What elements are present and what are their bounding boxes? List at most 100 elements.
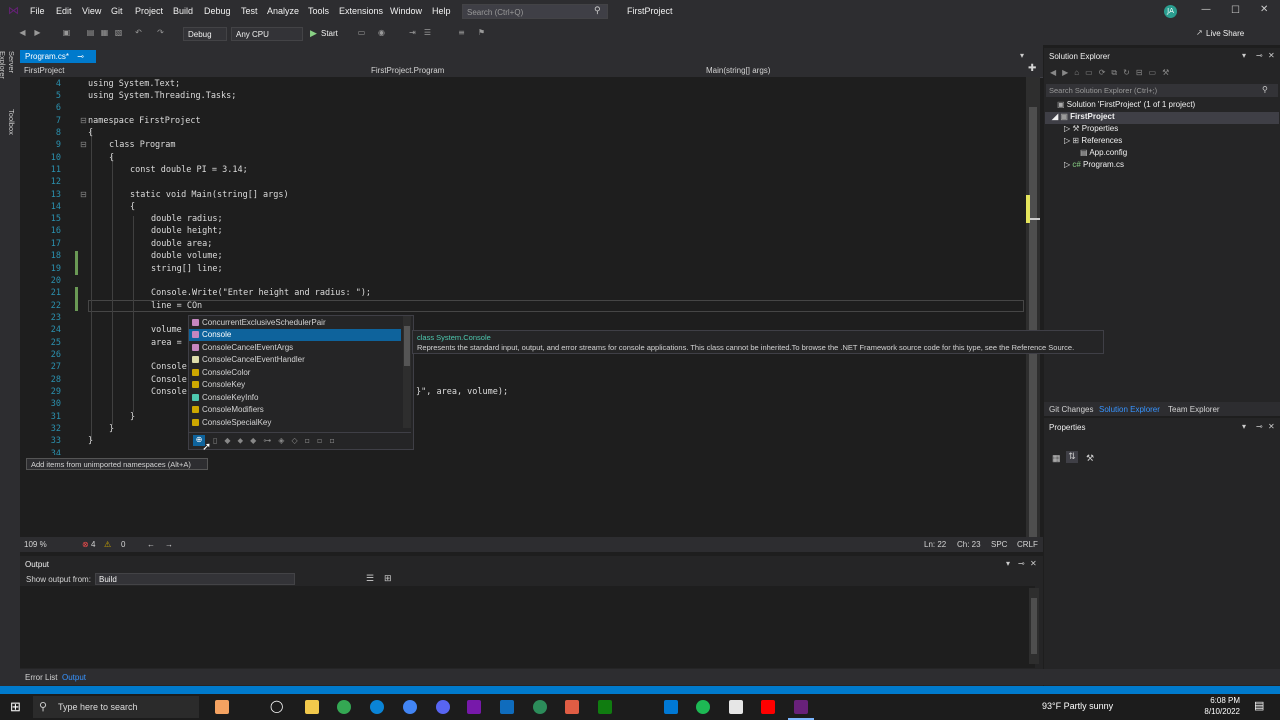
tree-references[interactable]: ▷ ⊞ References [1064,136,1122,145]
menu-edit[interactable]: Edit [56,6,72,16]
pin-icon[interactable]: ⊸ [1256,51,1263,60]
panel-menu-icon[interactable]: ▾ [1242,422,1246,431]
youtube-icon[interactable] [761,700,775,714]
file-explorer-icon[interactable] [305,700,319,714]
split-editor-icon[interactable]: ✚ [1028,63,1036,74]
scroll-thumb[interactable] [404,326,410,366]
discord-icon[interactable] [436,700,450,714]
menu-help[interactable]: Help [432,6,451,16]
save-icon[interactable]: ▦ [100,28,109,37]
xbox-icon[interactable] [598,700,612,714]
output-source-dropdown[interactable]: Build [95,573,295,585]
panel-close-icon[interactable]: ✕ [1268,51,1275,60]
start-icon[interactable]: ▶ [310,29,317,39]
avatar[interactable]: JA [1164,5,1177,18]
filter-icons[interactable]: ▯◆⬥◆⊶◈◇▫▫▫ [213,436,342,446]
word-wrap-icon[interactable]: ⊞ [384,573,392,584]
panel-menu-icon[interactable]: ▾ [1006,559,1010,568]
menu-project[interactable]: Project [135,6,163,16]
game-icon[interactable] [215,700,229,714]
pin-icon[interactable]: ⊸ [1018,559,1025,568]
back-icon[interactable]: ◀ [18,28,27,37]
search-icon[interactable]: ⚲ [1262,85,1268,94]
app-icon[interactable] [729,700,743,714]
undo-icon[interactable]: ↶ [134,28,143,37]
pin-icon[interactable]: ⊸ [77,52,84,61]
solution-search-input[interactable]: Search Solution Explorer (Ctrl+;) ⚲ [1046,84,1278,97]
new-item-icon[interactable]: ▣ [62,28,71,37]
menu-analyze[interactable]: Analyze [267,6,299,16]
completion-item[interactable]: ConsoleSpecialKey [202,418,271,427]
tab-solution-explorer[interactable]: Solution Explorer [1099,405,1160,414]
completion-item[interactable]: ConcurrentExclusiveSchedulerPair [202,318,326,327]
panel-menu-icon[interactable]: ▾ [1242,51,1246,60]
menu-debug[interactable]: Debug [204,6,231,16]
fold-icon[interactable]: ⊟ [80,140,87,149]
scroll-thumb[interactable] [1029,107,1037,537]
spotify-icon[interactable] [696,700,710,714]
popup-scrollbar[interactable] [403,316,411,428]
comment-icon[interactable]: ≡ [457,28,466,37]
tab-team-explorer[interactable]: Team Explorer [1168,405,1220,414]
start-button[interactable]: Start [321,29,338,38]
warning-count[interactable]: 0 [121,540,125,549]
zoom-level[interactable]: 109 % [24,540,47,549]
fold-icon[interactable]: ⊟ [80,116,87,125]
format-icon[interactable]: ☰ [423,28,432,37]
onenote-icon[interactable] [467,700,481,714]
panel-close-icon[interactable]: ✕ [1268,422,1275,431]
completion-item[interactable]: ConsoleColor [202,368,250,377]
taskbar-search-box[interactable]: ⚲ Type here to search [33,696,199,718]
nav-back-icon[interactable]: ← [147,540,155,549]
menu-view[interactable]: View [82,6,101,16]
tree-app-config[interactable]: ▤ App.config [1080,148,1127,157]
menu-file[interactable]: File [30,6,45,16]
fold-icon[interactable]: ⊟ [80,190,87,199]
nav-project-dropdown[interactable]: FirstProject [24,66,64,75]
redo-icon[interactable]: ↷ [156,28,165,37]
tree-properties[interactable]: ▷ ⚒ Properties [1064,124,1118,133]
search-input[interactable]: Search (Ctrl+Q) [462,4,608,19]
app-icon[interactable] [533,700,547,714]
notifications-icon[interactable]: ▤ [1254,699,1264,712]
tree-project[interactable]: ◢ ▣ FirstProject [1052,112,1115,121]
menu-git[interactable]: Git [111,6,123,16]
tree-solution[interactable]: ▣ Solution 'FirstProject' (1 of 1 projec… [1057,100,1195,109]
scroll-thumb[interactable] [1031,598,1037,654]
live-share-icon[interactable]: ↗ [1196,28,1203,37]
forward-icon[interactable]: ▶ [33,28,42,37]
completion-item[interactable]: ConsoleModifiers [202,405,264,414]
menu-test[interactable]: Test [241,6,258,16]
attach-icon[interactable]: ▭ [357,28,366,37]
completion-item[interactable]: ConsoleCancelEventHandler [202,355,305,364]
live-share-button[interactable]: Live Share [1206,29,1244,38]
categorized-icon[interactable]: ▦ [1052,453,1061,464]
hot-reload-icon[interactable]: ◉ [377,28,386,37]
minimize-icon[interactable]: — [1201,4,1211,15]
nav-class-dropdown[interactable]: FirstProject.Program [371,66,444,75]
menu-build[interactable]: Build [173,6,193,16]
task-view-icon[interactable]: ◯ [270,699,283,713]
app-icon[interactable] [500,700,514,714]
clock-date[interactable]: 8/10/2022 [1198,707,1240,716]
edge-icon[interactable] [370,700,384,714]
completion-item[interactable]: ConsoleKeyInfo [202,393,258,402]
mail-icon[interactable] [664,700,678,714]
panel-close-icon[interactable]: ✕ [1030,559,1037,568]
solution-explorer-toolbar[interactable]: ◀▶⌂▭⟳⧉↻⊟▭⚒ [1050,68,1250,80]
clock-time[interactable]: 6:08 PM [1204,696,1240,705]
server-explorer-tab[interactable]: Server Explorer [0,51,16,101]
open-icon[interactable]: ▤ [86,28,95,37]
tab-overflow-icon[interactable]: ▾ [1020,51,1024,60]
visual-studio-icon[interactable] [794,700,808,714]
menu-tools[interactable]: Tools [308,6,329,16]
clear-all-icon[interactable]: ☰ [366,573,374,584]
output-scrollbar[interactable] [1029,588,1039,664]
completion-item[interactable]: ConsoleCancelEventArgs [202,343,293,352]
config-dropdown[interactable]: Debug [183,27,227,41]
save-all-icon[interactable]: ▧ [114,28,123,37]
menu-extensions[interactable]: Extensions [339,6,383,16]
tab-program-cs[interactable]: Program.cs* ⊸ ✕ [20,50,96,74]
bookmark-icon[interactable]: ⚑ [477,28,486,37]
tab-git-changes[interactable]: Git Changes [1049,405,1093,414]
